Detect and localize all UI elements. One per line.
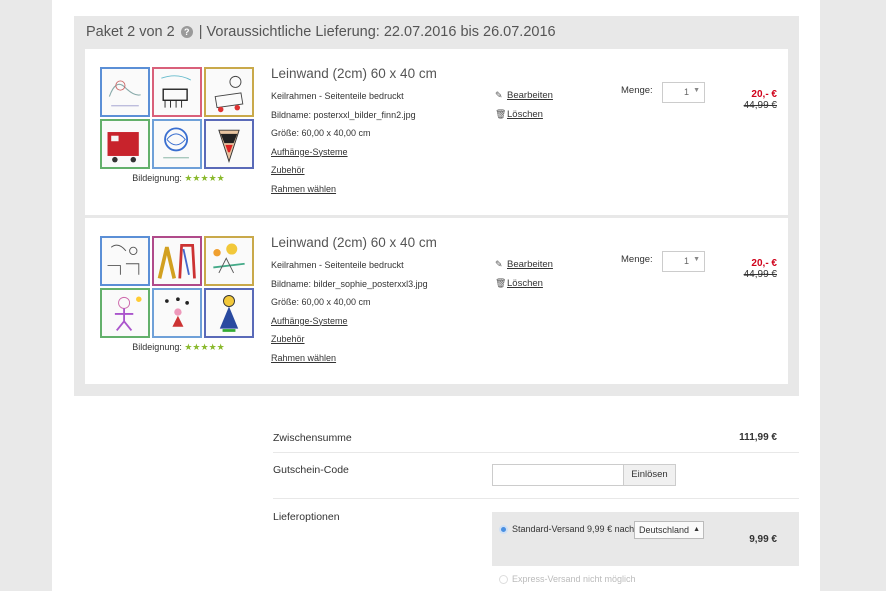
quantity-value: 1: [683, 87, 689, 97]
delivery-estimate: | Voraussichtliche Lieferung: 22.07.2016…: [198, 24, 556, 40]
accessories-link[interactable]: Zubehör: [271, 165, 305, 175]
thumbnail-image: [152, 67, 202, 117]
price-old: 44,99 €: [743, 269, 777, 280]
subtotal-row: Zwischensumme 111,99 €: [273, 420, 799, 453]
cart-item: Bildeignung: ★★★★★ Leinwand (2cm) 60 x 4…: [85, 49, 788, 215]
express-shipping-radio[interactable]: [499, 575, 508, 584]
redeem-button[interactable]: Einlösen: [623, 464, 676, 486]
thumbnail-image: [152, 119, 202, 169]
image-suitability-label: Bildeignung:: [132, 173, 182, 183]
coupon-label: Gutschein-Code: [273, 464, 349, 476]
thumbnail-image: [100, 288, 150, 338]
choose-frame-link[interactable]: Rahmen wählen: [271, 353, 336, 363]
item-price: 20,- € 44,99 €: [744, 258, 777, 280]
product-filename: Bildname: posterxxl_bilder_finn2.jpg: [271, 109, 416, 120]
quantity-select[interactable]: 1 ▼: [662, 82, 705, 103]
cart-item: Bildeignung: ★★★★★ Leinwand (2cm) 60 x 4…: [85, 218, 788, 384]
rating-stars-icon: ★★★★★: [184, 342, 225, 352]
country-value: Deutschland: [639, 525, 690, 535]
item-info: Leinwand (2cm) 60 x 40 cm Keilrahmen - S…: [271, 235, 481, 367]
product-title: Leinwand (2cm) 60 x 40 cm: [271, 235, 437, 250]
delivery-options-label: Lieferoptionen: [273, 511, 340, 523]
thumbnail-image: [100, 236, 150, 286]
quantity-value: 1: [683, 256, 689, 266]
package-section: Paket 2 von 2 ? | Voraussichtliche Liefe…: [74, 16, 799, 396]
shipping-option-standard[interactable]: Standard-Versand 9,99 € nach Deutschland…: [492, 512, 799, 566]
thumbnail-image: [152, 236, 202, 286]
item-price: 20,- € 44,99 €: [744, 89, 777, 111]
item-info: Leinwand (2cm) 60 x 40 cm Keilrahmen - S…: [271, 66, 481, 198]
edit-link[interactable]: Bearbeiten: [507, 259, 553, 270]
thumbnail-image: [100, 67, 150, 117]
trash-icon: 🗑: [495, 109, 507, 119]
hanging-systems-link[interactable]: Aufhänge-Systeme: [271, 316, 348, 326]
trash-icon: 🗑: [495, 278, 507, 288]
image-suitability: Bildeignung: ★★★★★: [100, 173, 257, 184]
choose-frame-link[interactable]: Rahmen wählen: [271, 184, 336, 194]
chevron-down-icon: ▼: [693, 87, 700, 94]
help-icon[interactable]: ?: [180, 26, 193, 38]
package-header: Paket 2 von 2 ? | Voraussichtliche Liefe…: [86, 24, 556, 40]
thumbnail-image: [204, 119, 254, 169]
thumbnail-image: [100, 119, 150, 169]
thumbnail-image: [152, 288, 202, 338]
product-size: Größe: 60,00 x 40,00 cm: [271, 128, 371, 138]
standard-shipping-radio[interactable]: [499, 525, 508, 534]
hanging-systems-link[interactable]: Aufhänge-Systeme: [271, 147, 348, 157]
chevron-down-icon: ▼: [693, 256, 700, 263]
item-actions: ✎ Bearbeiten 🗑Löschen: [495, 86, 553, 124]
rating-stars-icon: ★★★★★: [184, 173, 225, 183]
pencil-icon: ✎: [495, 259, 503, 269]
price-new: 20,- €: [751, 258, 777, 269]
product-filename: Bildname: bilder_sophie_posterxxl3.jpg: [271, 278, 428, 289]
express-shipping-label: Express-Versand nicht möglich: [512, 574, 636, 584]
image-suitability-label: Bildeignung:: [132, 342, 182, 352]
package-title: Paket 2 von 2: [86, 24, 175, 40]
accessories-link[interactable]: Zubehör: [271, 334, 305, 344]
coupon-input[interactable]: [492, 464, 624, 486]
item-actions: ✎ Bearbeiten 🗑Löschen: [495, 255, 553, 293]
pencil-icon: ✎: [495, 90, 503, 100]
price-new: 20,- €: [751, 89, 777, 100]
thumbnail-image: [204, 67, 254, 117]
price-old: 44,99 €: [743, 100, 777, 111]
cart-page: Paket 2 von 2 ? | Voraussichtliche Liefe…: [52, 0, 820, 591]
thumbnail-image: [204, 288, 254, 338]
image-suitability: Bildeignung: ★★★★★: [100, 342, 257, 353]
edit-link[interactable]: Bearbeiten: [507, 90, 553, 101]
quantity-label: Menge:: [621, 85, 653, 96]
product-frame: Keilrahmen - Seitenteile bedruckt: [271, 260, 404, 270]
quantity-label: Menge:: [621, 254, 653, 265]
delete-link[interactable]: Löschen: [507, 109, 543, 120]
product-frame: Keilrahmen - Seitenteile bedruckt: [271, 91, 404, 101]
product-size: Größe: 60,00 x 40,00 cm: [271, 297, 371, 307]
subtotal-value: 111,99 €: [739, 432, 777, 443]
standard-shipping-label: Standard-Versand 9,99 € nach: [512, 524, 635, 534]
standard-shipping-price: 9,99 €: [749, 534, 777, 545]
thumbnail-image: [204, 236, 254, 286]
quantity-select[interactable]: 1 ▼: [662, 251, 705, 272]
country-select[interactable]: Deutschland ▲: [634, 521, 704, 539]
updown-icon: ▲: [693, 526, 700, 533]
delete-link[interactable]: Löschen: [507, 278, 543, 289]
product-title: Leinwand (2cm) 60 x 40 cm: [271, 66, 437, 81]
subtotal-label: Zwischensumme: [273, 432, 352, 444]
